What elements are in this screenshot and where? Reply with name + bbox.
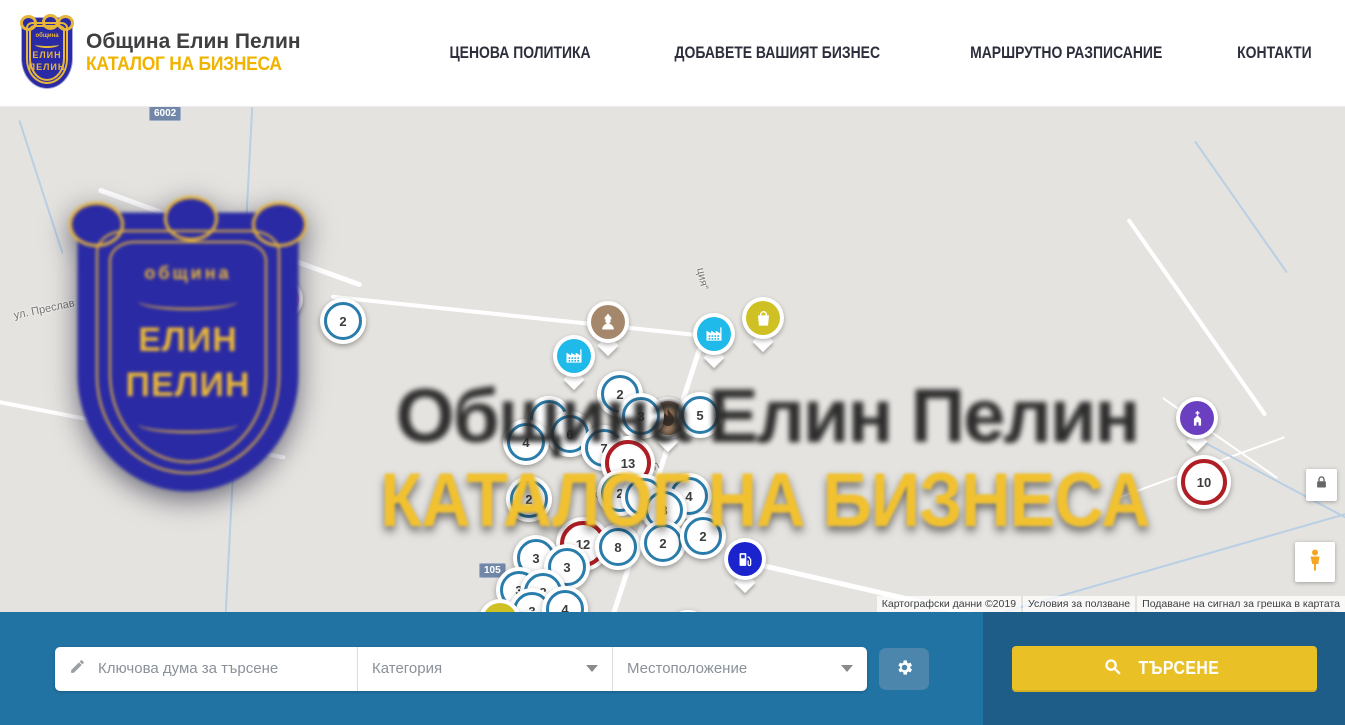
nav-add-your-business[interactable]: ДОБАВЕТЕ ВАШИЯТ БИЗНЕС bbox=[675, 43, 880, 63]
search-bar: ТЪРСЕНЕ Категория Местоположение bbox=[0, 612, 1345, 725]
street-name-label: ция“ bbox=[694, 267, 710, 291]
cluster-marker[interactable]: 10 bbox=[1177, 455, 1231, 509]
crest-ornament bbox=[35, 41, 59, 48]
nav-pricing-policy[interactable]: ЦЕНОВА ПОЛИТИКА bbox=[450, 43, 591, 63]
map-stream bbox=[1194, 141, 1287, 273]
map-stream bbox=[18, 120, 63, 254]
site-subtitle: КАТАЛОГ НА БИЗНЕСА bbox=[86, 54, 283, 76]
pegman-icon bbox=[1303, 548, 1327, 577]
location-dropdown[interactable]: Местоположение bbox=[612, 647, 867, 691]
google-map[interactable]: 6002105ул. Преславбул. „Новоселция“ 3251… bbox=[0, 107, 1345, 612]
site-header: община ЕЛИН ПЕЛИН Община Елин Пелин КАТА… bbox=[0, 0, 1345, 107]
watermark-crest-ornament bbox=[138, 415, 238, 433]
watermark-crest-ornament bbox=[138, 292, 238, 310]
search-fields: Категория Местоположение bbox=[55, 647, 867, 691]
pin-marker-church[interactable] bbox=[1176, 397, 1218, 455]
lock-control-button[interactable] bbox=[1306, 469, 1337, 501]
pin-marker-bag[interactable] bbox=[479, 599, 521, 612]
pencil-icon bbox=[69, 658, 86, 680]
watermark-crest-name2: ПЕЛИН bbox=[126, 363, 251, 407]
category-dropdown-value: Категория bbox=[372, 660, 442, 677]
chevron-down-icon bbox=[586, 665, 598, 672]
pegman-button[interactable] bbox=[1295, 542, 1335, 582]
pin-marker-factory[interactable] bbox=[693, 313, 735, 371]
chevron-down-icon bbox=[841, 665, 853, 672]
nav-route-schedule[interactable]: МАРШРУТНО РАЗПИСАНИЕ bbox=[970, 43, 1162, 63]
watermark-subtitle: КАТАЛОГ НА БИЗНЕСА bbox=[380, 457, 1149, 544]
keyword-search-input[interactable] bbox=[96, 659, 343, 678]
search-button[interactable]: ТЪРСЕНЕ bbox=[1012, 646, 1317, 692]
site-title: Община Елин Пелин bbox=[86, 30, 301, 54]
report-map-error-link[interactable]: Подаване на сигнал за грешка в картата bbox=[1137, 596, 1345, 612]
advanced-search-button[interactable] bbox=[879, 648, 929, 690]
cluster-marker[interactable]: 2 bbox=[320, 298, 366, 344]
search-button-label: ТЪРСЕНЕ bbox=[1138, 658, 1219, 679]
brand[interactable]: община ЕЛИН ПЕЛИН Община Елин Пелин КАТА… bbox=[22, 18, 301, 88]
keyword-field bbox=[55, 647, 357, 691]
road-number-badge: 6002 bbox=[149, 107, 181, 121]
nav-contacts[interactable]: КОНТАКТИ bbox=[1237, 43, 1312, 63]
map-road bbox=[331, 295, 719, 340]
padlock-icon bbox=[1314, 475, 1329, 495]
gear-icon bbox=[895, 658, 914, 680]
pin-marker-bag[interactable] bbox=[742, 297, 784, 355]
crest-name-line1: ЕЛИН bbox=[32, 50, 61, 61]
location-dropdown-value: Местоположение bbox=[627, 660, 747, 677]
main-navigation: ЦЕНОВА ПОЛИТИКА ДОБАВЕТЕ ВАШИЯТ БИЗНЕС М… bbox=[434, 43, 1320, 63]
watermark-title: Община Елин Пелин bbox=[396, 373, 1139, 460]
crest-top-text: община bbox=[35, 33, 58, 39]
pin-marker-fuel[interactable] bbox=[724, 538, 766, 596]
crest-name-line2: ПЕЛИН bbox=[29, 62, 66, 73]
map-attribution: Картографски данни ©2019 Условия за полз… bbox=[877, 596, 1345, 612]
watermark-crest: община ЕЛИН ПЕЛИН bbox=[78, 213, 298, 491]
category-dropdown[interactable]: Категория bbox=[357, 647, 612, 691]
watermark-crest-name1: ЕЛИН bbox=[138, 318, 238, 362]
watermark-crest-top: община bbox=[144, 263, 231, 284]
search-button-panel: ТЪРСЕНЕ bbox=[983, 612, 1345, 725]
municipality-crest-logo: община ЕЛИН ПЕЛИН bbox=[22, 18, 72, 88]
map-road bbox=[1126, 218, 1267, 417]
search-icon bbox=[1104, 658, 1121, 680]
terms-of-use-link[interactable]: Условия за ползване bbox=[1023, 596, 1135, 612]
street-name-label: ул. Преслав bbox=[13, 297, 76, 322]
map-data-copyright: Картографски данни ©2019 bbox=[877, 596, 1021, 612]
